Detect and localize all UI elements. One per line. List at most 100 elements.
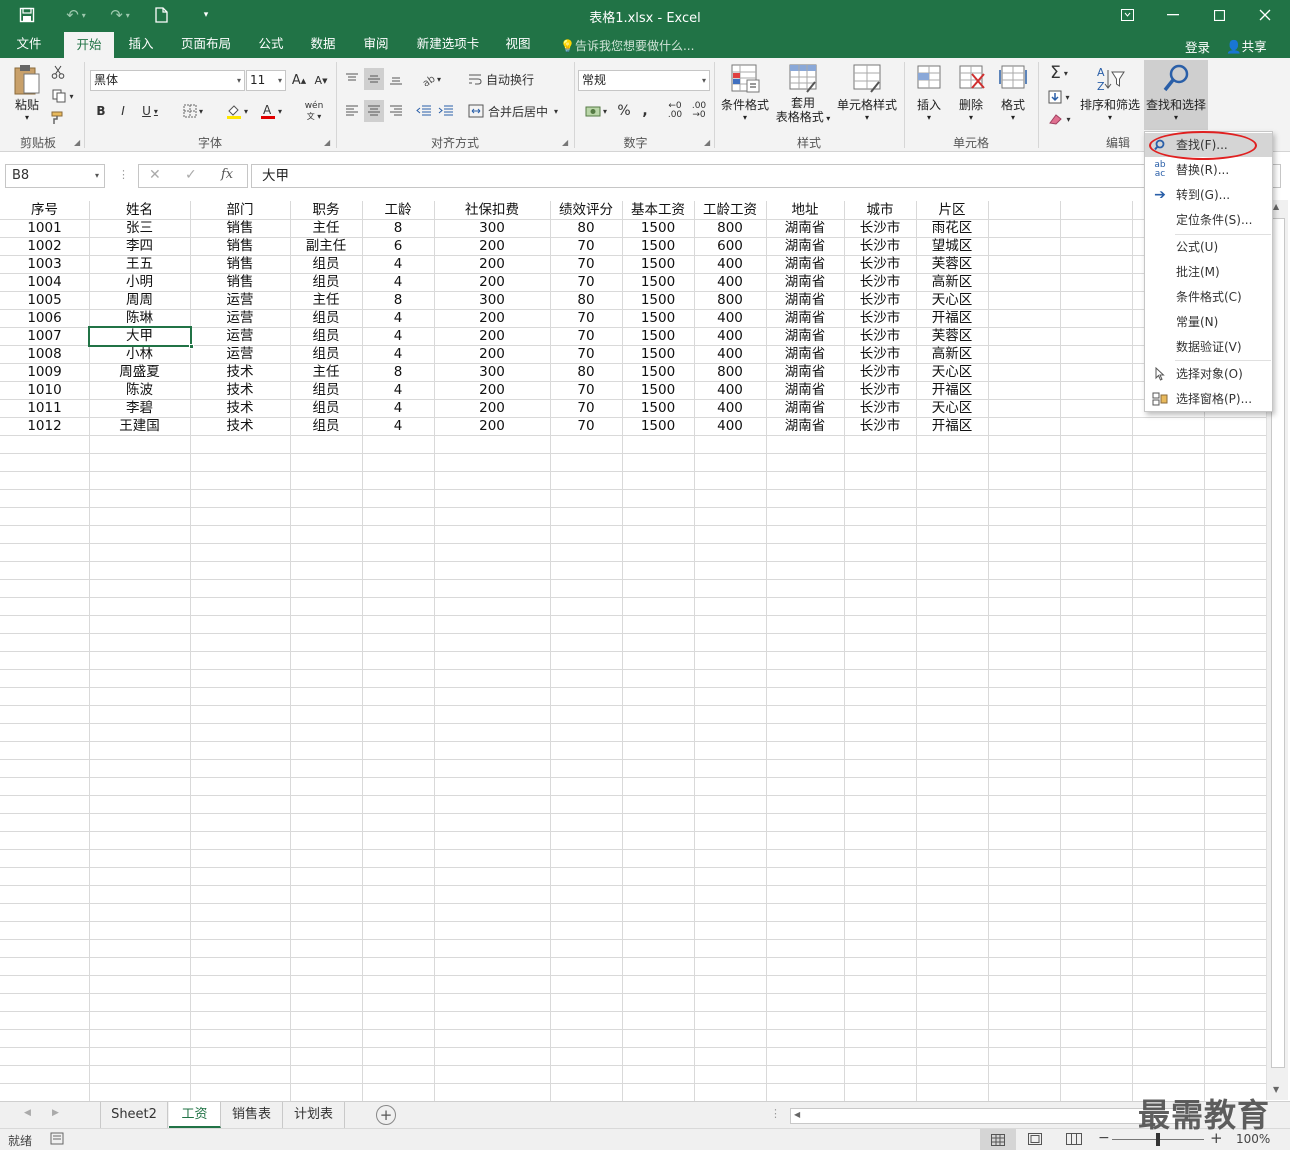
tab-formulas[interactable]: 公式 — [250, 30, 292, 58]
data-cell[interactable]: 主任 — [290, 291, 362, 309]
tab-view[interactable]: 视图 — [496, 30, 540, 58]
increase-indent-icon[interactable] — [436, 100, 456, 122]
data-cell[interactable]: 天心区 — [916, 363, 988, 381]
delete-cells-button[interactable]: 删除 ▾ — [950, 62, 992, 122]
data-cell[interactable]: 副主任 — [290, 237, 362, 255]
font-size-select[interactable]: 11 ▾ — [246, 70, 286, 91]
header-cell[interactable]: 片区 — [916, 201, 988, 219]
data-cell[interactable]: 组员 — [290, 399, 362, 417]
menu-item-select-objects[interactable]: 选择对象(O) — [1145, 362, 1272, 386]
scroll-left-icon[interactable]: ◀ — [794, 1110, 800, 1119]
data-cell[interactable]: 销售 — [190, 255, 290, 273]
menu-item-find[interactable]: 查找(F)... — [1145, 133, 1272, 157]
menu-item-constants[interactable]: 常量(N) — [1145, 310, 1272, 334]
tab-insert[interactable]: 插入 — [118, 30, 164, 58]
horizontal-scrollbar[interactable]: ◀ — [790, 1108, 1190, 1124]
data-cell[interactable]: 1006 — [0, 309, 89, 327]
data-cell[interactable]: 长沙市 — [844, 291, 916, 309]
cell-styles-button[interactable]: 单元格样式 ▾ — [834, 62, 900, 122]
shrink-font-button[interactable]: A ▼ — [312, 70, 330, 91]
new-document-icon[interactable] — [148, 4, 174, 26]
font-color-icon[interactable]: A ▾ — [256, 100, 286, 122]
menu-item-goto[interactable]: ➔ 转到(G)... — [1145, 183, 1272, 207]
data-cell[interactable]: 1500 — [622, 219, 694, 237]
data-cell[interactable]: 200 — [434, 399, 550, 417]
data-cell[interactable]: 开福区 — [916, 309, 988, 327]
autosum-icon[interactable]: Σ ▾ — [1042, 62, 1076, 84]
sheet-tab-sales[interactable]: 销售表 — [221, 1102, 283, 1128]
alignment-launcher-icon[interactable]: ◢ — [562, 138, 568, 147]
data-cell[interactable]: 组员 — [290, 255, 362, 273]
data-cell[interactable]: 8 — [362, 219, 434, 237]
increase-decimal-button[interactable]: ←0.00 — [664, 100, 686, 122]
header-cell[interactable]: 社保扣费 — [434, 201, 550, 219]
data-cell[interactable]: 组员 — [290, 327, 362, 345]
macro-record-icon[interactable] — [50, 1132, 64, 1148]
data-cell[interactable]: 8 — [362, 291, 434, 309]
percent-button[interactable]: % — [614, 100, 634, 122]
data-cell[interactable]: 销售 — [190, 219, 290, 237]
data-cell[interactable]: 4 — [362, 399, 434, 417]
login-button[interactable]: 登录 — [1185, 37, 1210, 56]
data-cell[interactable]: 4 — [362, 255, 434, 273]
clear-eraser-icon[interactable]: ▾ — [1042, 108, 1076, 130]
data-cell[interactable]: 张三 — [89, 219, 190, 237]
data-cell[interactable]: 200 — [434, 345, 550, 363]
data-cell[interactable]: 200 — [434, 381, 550, 399]
align-middle-icon[interactable] — [364, 68, 384, 90]
data-cell[interactable]: 湖南省 — [766, 219, 844, 237]
header-cell[interactable]: 城市 — [844, 201, 916, 219]
data-cell[interactable]: 200 — [434, 309, 550, 327]
data-cell[interactable]: 1500 — [622, 399, 694, 417]
data-cell[interactable]: 技术 — [190, 417, 290, 435]
data-cell[interactable]: 天心区 — [916, 399, 988, 417]
vertical-scroll-thumb[interactable] — [1271, 218, 1285, 1068]
data-cell[interactable]: 1012 — [0, 417, 89, 435]
data-cell[interactable]: 运营 — [190, 327, 290, 345]
data-cell[interactable]: 湖南省 — [766, 345, 844, 363]
formula-bar-splitter-icon[interactable]: ⋮ — [118, 168, 129, 181]
menu-item-formulas[interactable]: 公式(U) — [1145, 235, 1272, 259]
data-cell[interactable]: 1500 — [622, 237, 694, 255]
data-cell[interactable]: 600 — [694, 237, 766, 255]
paste-button[interactable]: 粘贴 ▾ — [8, 64, 46, 122]
data-cell[interactable]: 800 — [694, 291, 766, 309]
data-cell[interactable]: 技术 — [190, 363, 290, 381]
data-cell[interactable]: 70 — [550, 273, 622, 291]
data-cell[interactable]: 销售 — [190, 237, 290, 255]
data-cell[interactable]: 1500 — [622, 255, 694, 273]
copy-icon[interactable]: ▾ — [48, 86, 78, 106]
data-cell[interactable]: 天心区 — [916, 291, 988, 309]
data-cell[interactable]: 湖南省 — [766, 327, 844, 345]
align-center-icon[interactable] — [364, 100, 384, 122]
undo-icon[interactable]: ↶ ▾ — [56, 4, 96, 26]
close-icon[interactable] — [1242, 0, 1288, 30]
page-layout-view-icon[interactable] — [1028, 1133, 1042, 1148]
header-cell[interactable]: 工龄 — [362, 201, 434, 219]
data-cell[interactable]: 高新区 — [916, 345, 988, 363]
data-cell[interactable]: 湖南省 — [766, 255, 844, 273]
page-break-view-icon[interactable] — [1066, 1133, 1082, 1148]
confirm-entry-icon[interactable]: ✓ — [185, 167, 197, 183]
data-cell[interactable]: 湖南省 — [766, 363, 844, 381]
data-cell[interactable]: 70 — [550, 309, 622, 327]
cut-icon[interactable] — [48, 62, 68, 82]
data-cell[interactable]: 1007 — [0, 327, 89, 345]
ribbon-display-icon[interactable] — [1104, 0, 1150, 30]
data-cell[interactable]: 1500 — [622, 273, 694, 291]
align-top-icon[interactable] — [342, 68, 362, 90]
data-cell[interactable]: 400 — [694, 417, 766, 435]
data-cell[interactable]: 4 — [362, 309, 434, 327]
data-cell[interactable]: 70 — [550, 381, 622, 399]
format-as-table-button[interactable]: 套用 表格格式 ▾ — [772, 62, 834, 126]
data-cell[interactable]: 雨花区 — [916, 219, 988, 237]
data-cell[interactable]: 湖南省 — [766, 309, 844, 327]
data-cell[interactable]: 湖南省 — [766, 381, 844, 399]
insert-cells-button[interactable]: 插入 ▾ — [908, 62, 950, 122]
data-cell[interactable]: 200 — [434, 327, 550, 345]
data-cell[interactable]: 组员 — [290, 417, 362, 435]
data-cell[interactable]: 陈琳 — [89, 309, 190, 327]
data-cell[interactable]: 1009 — [0, 363, 89, 381]
data-cell[interactable]: 1008 — [0, 345, 89, 363]
font-name-select[interactable]: 黑体 ▾ — [90, 70, 245, 91]
